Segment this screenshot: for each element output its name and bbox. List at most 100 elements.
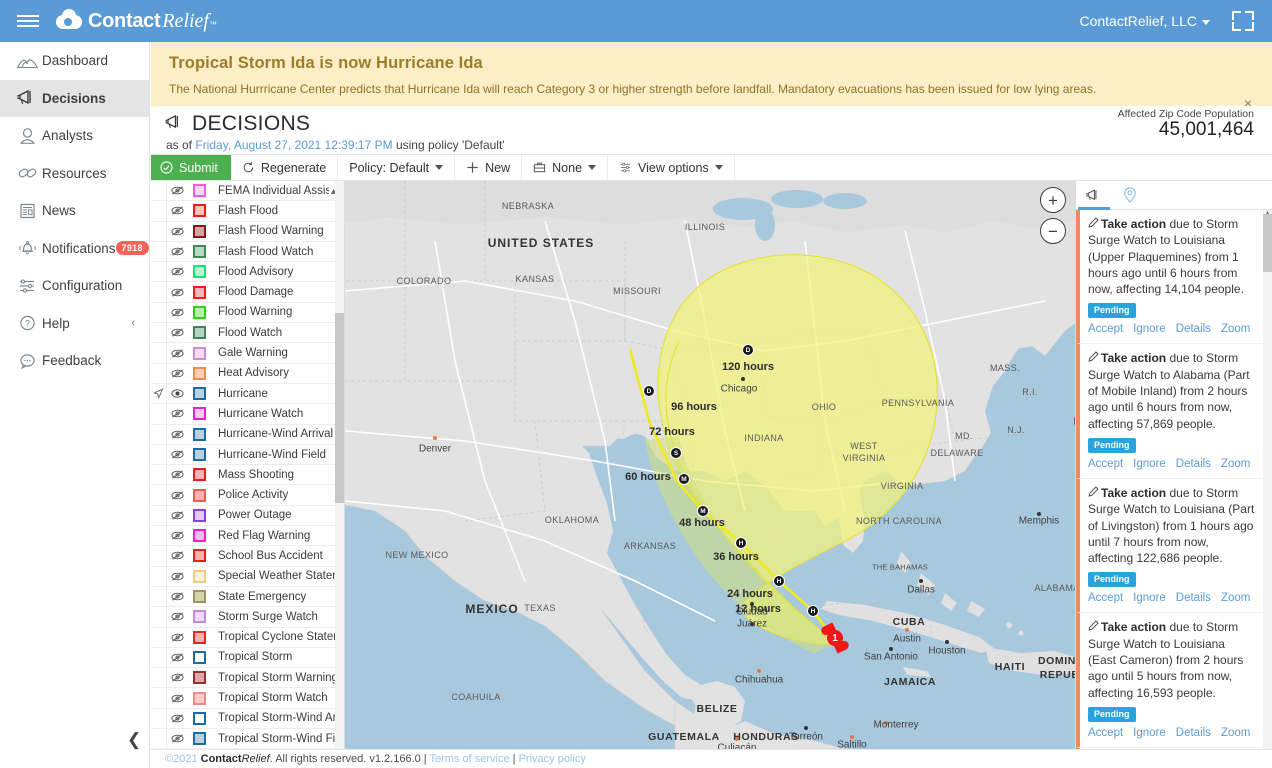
decision-link-accept[interactable]: Accept <box>1088 727 1123 739</box>
layer-color-swatch[interactable] <box>187 610 212 624</box>
layer-color-swatch[interactable] <box>187 326 212 340</box>
layer-drag-handle[interactable] <box>151 688 167 708</box>
layer-row[interactable]: Flood Watch <box>151 323 344 344</box>
decision-link-details[interactable]: Details <box>1176 727 1211 739</box>
layer-row[interactable]: School Bus Accident <box>151 546 344 567</box>
layer-color-swatch[interactable] <box>187 448 212 461</box>
layer-color-swatch[interactable] <box>187 488 212 502</box>
decision-link-accept[interactable]: Accept <box>1088 323 1123 335</box>
layer-drag-handle[interactable] <box>151 201 167 221</box>
layer-drag-handle[interactable] <box>151 383 167 404</box>
layer-color-swatch[interactable] <box>187 529 212 543</box>
sidebar-item-dashboard[interactable]: Dashboard <box>0 42 149 80</box>
layer-color-swatch[interactable] <box>187 366 212 380</box>
fullscreen-icon[interactable] <box>1226 4 1260 38</box>
decision-link-accept[interactable]: Accept <box>1088 458 1123 470</box>
layer-visibility-toggle[interactable] <box>167 733 187 744</box>
none-dropdown[interactable]: None <box>522 155 609 180</box>
layer-row[interactable]: Tropical Storm-Wind Arrival <box>151 708 344 730</box>
decision-card[interactable]: Take action due to Storm Surge Watch to … <box>1076 477 1264 613</box>
layer-drag-handle[interactable] <box>151 526 167 546</box>
layer-row[interactable]: FEMA Individual Assistance▲ <box>151 181 344 202</box>
view-options-dropdown[interactable]: View options <box>608 155 735 180</box>
layer-visibility-toggle[interactable] <box>167 490 187 501</box>
layer-list[interactable]: FEMA Individual Assistance▲ Flash Flood Fl… <box>151 181 345 749</box>
layer-color-swatch[interactable] <box>187 346 212 360</box>
layer-row[interactable]: Flood Damage <box>151 282 344 303</box>
layer-row[interactable]: Hurricane-Wind Field <box>151 444 344 466</box>
layer-visibility-toggle[interactable] <box>167 185 187 196</box>
new-button[interactable]: New <box>455 155 523 180</box>
layer-visibility-toggle[interactable] <box>167 652 187 663</box>
zoom-out-button[interactable]: − <box>1040 218 1066 244</box>
layer-row[interactable]: Red Flag Warning <box>151 526 344 547</box>
layer-drag-handle[interactable] <box>151 485 167 505</box>
layer-visibility-toggle[interactable] <box>167 550 187 561</box>
sidebar-item-resources[interactable]: Resources <box>0 155 149 193</box>
layer-drag-handle[interactable] <box>151 444 167 465</box>
layer-row[interactable]: Power Outage <box>151 505 344 527</box>
layer-visibility-toggle[interactable] <box>167 246 187 257</box>
layer-drag-handle[interactable] <box>151 424 167 444</box>
layer-visibility-toggle[interactable] <box>167 632 187 643</box>
layer-drag-handle[interactable] <box>151 404 167 424</box>
layer-row[interactable]: Flood Warning <box>151 302 344 324</box>
layer-drag-handle[interactable] <box>151 181 167 201</box>
layer-color-swatch[interactable] <box>187 691 212 705</box>
map-canvas[interactable]: UNITED STATES MEXICO CUBA JAMAICA HAITI DOMIN… <box>345 181 1075 749</box>
layer-drag-handle[interactable] <box>151 302 167 323</box>
layer-row[interactable]: Flash Flood Watch <box>151 241 344 263</box>
layer-drag-handle[interactable] <box>151 241 167 262</box>
layer-row[interactable]: Heat Advisory <box>151 363 344 384</box>
layer-visibility-toggle[interactable] <box>167 429 187 440</box>
zoom-in-button[interactable]: + <box>1040 187 1066 213</box>
decision-card[interactable]: Take action due to Storm Surge Watch to … <box>1076 343 1264 478</box>
hamburger-icon[interactable] <box>0 0 56 42</box>
layer-color-swatch[interactable] <box>187 508 212 522</box>
layer-color-swatch[interactable] <box>187 305 212 319</box>
layer-visibility-toggle[interactable] <box>167 672 187 683</box>
layer-drag-handle[interactable] <box>151 323 167 343</box>
layer-drag-handle[interactable] <box>151 221 167 241</box>
layer-drag-handle[interactable] <box>151 729 167 749</box>
sidebar-item-news[interactable]: News <box>0 192 149 230</box>
layer-visibility-toggle[interactable] <box>167 266 187 277</box>
sidebar-item-feedback[interactable]: Feedback <box>0 342 149 380</box>
layer-row[interactable]: Hurricane Watch <box>151 404 344 425</box>
layer-color-swatch[interactable] <box>187 569 212 583</box>
layer-drag-handle[interactable] <box>151 282 167 302</box>
layer-color-swatch[interactable] <box>187 590 212 604</box>
decision-link-details[interactable]: Details <box>1176 592 1211 604</box>
layer-color-swatch[interactable] <box>187 549 212 563</box>
layer-drag-handle[interactable] <box>151 546 167 566</box>
layer-color-swatch[interactable] <box>187 285 212 299</box>
scrollbar-thumb[interactable] <box>335 313 344 503</box>
layer-row[interactable]: Police Activity <box>151 485 344 506</box>
panel-scrollbar[interactable]: ▲ <box>1263 210 1272 749</box>
decision-link-ignore[interactable]: Ignore <box>1133 458 1166 470</box>
layer-row[interactable]: Tropical Storm-Wind Field <box>151 729 344 749</box>
decision-link-zoom[interactable]: Zoom <box>1221 458 1250 470</box>
layer-drag-handle[interactable] <box>151 586 167 607</box>
layer-visibility-toggle[interactable] <box>167 368 187 379</box>
layer-color-swatch[interactable] <box>187 387 212 401</box>
layer-visibility-toggle[interactable] <box>167 307 187 318</box>
policy-dropdown[interactable]: Policy: Default <box>338 155 456 180</box>
layer-color-swatch[interactable] <box>187 671 212 685</box>
layer-drag-handle[interactable] <box>151 607 167 627</box>
decision-link-zoom[interactable]: Zoom <box>1221 727 1250 739</box>
layer-row[interactable]: Gale Warning <box>151 343 344 364</box>
sidebar-collapse-button[interactable]: ❮ <box>127 730 141 750</box>
decision-link-details[interactable]: Details <box>1176 323 1211 335</box>
layer-visibility-toggle[interactable] <box>167 449 187 460</box>
regenerate-button[interactable]: Regenerate <box>231 155 339 180</box>
layer-color-swatch[interactable] <box>187 184 212 198</box>
decision-link-ignore[interactable]: Ignore <box>1133 592 1166 604</box>
layer-visibility-toggle[interactable] <box>167 469 187 480</box>
layer-drag-handle[interactable] <box>151 343 167 363</box>
layer-visibility-toggle[interactable] <box>167 287 187 298</box>
tab-decisions[interactable] <box>1076 181 1112 210</box>
layer-visibility-toggle[interactable] <box>167 530 187 541</box>
layer-list-scrollbar[interactable] <box>335 181 344 749</box>
account-menu[interactable]: ContactRelief, LLC <box>1079 13 1210 29</box>
